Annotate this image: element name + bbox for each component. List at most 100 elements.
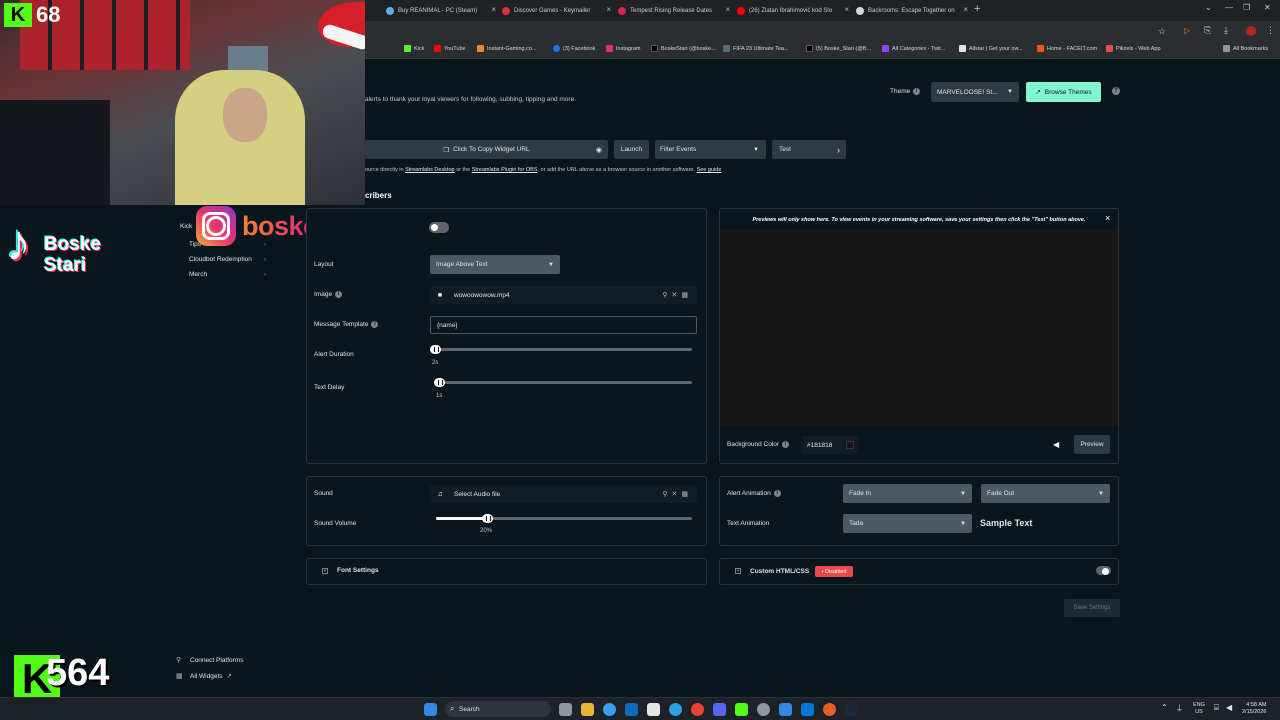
settings-icon[interactable] — [757, 703, 770, 716]
app-icon[interactable] — [779, 703, 792, 716]
mail-icon[interactable] — [625, 703, 638, 716]
volume-icon[interactable]: ◀ — [1226, 703, 1232, 712]
theme-select[interactable]: MARVELOOSE! St... ▼ — [931, 82, 1019, 102]
remove-icon[interactable]: ✕ — [672, 491, 682, 498]
layout-select[interactable]: Image Above Text ▼ — [430, 255, 560, 274]
chevron-up-icon[interactable]: ⌃ — [1161, 703, 1168, 712]
play-icon[interactable]: ▷ — [1184, 26, 1190, 35]
task-view-icon[interactable] — [559, 703, 572, 716]
network-icon[interactable]: ⌸ — [1214, 703, 1219, 713]
bookmark[interactable]: (3) Facebook — [553, 45, 595, 52]
text-delay-slider[interactable] — [440, 381, 692, 384]
text-animation-select[interactable]: Tada ▼ — [843, 514, 972, 533]
language-indicator[interactable]: ENG US — [1193, 702, 1205, 716]
text-delay-handle[interactable] — [434, 378, 445, 387]
message-template-input[interactable]: {name} — [430, 316, 697, 334]
info-icon[interactable]: i — [913, 88, 921, 95]
image-file-field[interactable]: ■ wowoowowow.mp4 ⚲✕▦ — [430, 286, 697, 304]
see-guide-link[interactable]: See guide — [697, 167, 722, 173]
close-tab-icon[interactable]: × — [725, 5, 730, 14]
telegram-icon[interactable] — [669, 703, 682, 716]
chevron-down-icon[interactable]: ⌄ — [1205, 3, 1212, 12]
eye-icon[interactable]: ◉ — [596, 146, 602, 154]
new-tab-button[interactable]: + — [974, 3, 980, 15]
close-icon[interactable]: × — [1105, 213, 1110, 223]
download-icon[interactable]: ⤓ — [1224, 25, 1228, 36]
microphone-icon[interactable]: ⍊ — [1177, 703, 1182, 713]
info-icon[interactable]: i — [335, 291, 343, 298]
sound-volume-handle[interactable] — [482, 514, 493, 523]
alert-duration-slider[interactable] — [436, 348, 692, 351]
browser-tab[interactable]: (26) Zlatan Ibrahimović kod Slo × — [733, 3, 851, 19]
extensions-icon[interactable]: ⎘ — [1204, 25, 1211, 36]
launch-button[interactable]: Launch — [614, 140, 649, 159]
all-widgets-link[interactable]: ▦ All Widgets ↗ — [176, 672, 232, 681]
info-icon[interactable]: i — [782, 441, 790, 448]
chrome-icon[interactable] — [691, 703, 704, 716]
avatar[interactable] — [1246, 26, 1256, 36]
background-color-input[interactable]: #181818 — [802, 436, 858, 454]
connect-platforms-link[interactable]: ⚲ Connect Platforms — [176, 656, 243, 665]
browser-tab[interactable]: Backrooms: Escape Together on × — [852, 3, 970, 19]
nav-item-merch[interactable]: Merch › — [189, 271, 266, 278]
restore-icon[interactable]: ❐ — [1243, 3, 1250, 12]
close-tab-icon[interactable]: × — [491, 5, 496, 14]
bookmark[interactable]: Home - FACEIT.com — [1037, 45, 1097, 52]
bookmark[interactable]: Allstar | Get your ow... — [959, 45, 1023, 52]
alert-out-select[interactable]: Fade Out ▼ — [981, 484, 1110, 503]
close-window-icon[interactable]: ✕ — [1264, 3, 1271, 12]
help-icon[interactable]: ? — [1112, 87, 1120, 95]
bookmark[interactable]: Instant-Gaming.co... — [477, 45, 537, 52]
color-swatch[interactable] — [846, 441, 854, 449]
browse-themes-button[interactable]: ↗ Browse Themes — [1026, 82, 1101, 102]
close-tab-icon[interactable]: × — [844, 5, 849, 14]
bookmark[interactable]: All Categories - Twit... — [882, 45, 945, 52]
gallery-icon[interactable]: ▦ — [681, 292, 692, 299]
nav-item-kick[interactable]: Kick — [180, 223, 192, 230]
menu-icon[interactable]: ⋮ — [1266, 25, 1275, 36]
kick-app-icon[interactable] — [735, 703, 748, 716]
preview-button[interactable]: Preview — [1074, 435, 1110, 454]
bookmark[interactable]: Pikzels - Web App — [1106, 45, 1161, 52]
photos-icon[interactable] — [801, 703, 814, 716]
expand-icon[interactable]: + — [322, 568, 328, 574]
copy-widget-url-button[interactable]: ❐ Click To Copy Widget URL ◉ — [365, 140, 608, 159]
bookmark[interactable]: Kick — [404, 45, 424, 52]
taskbar-search[interactable]: Search — [445, 701, 551, 717]
steam-icon[interactable] — [845, 703, 858, 716]
alert-in-select[interactable]: Fade In ▼ — [843, 484, 972, 503]
save-settings-button[interactable]: Save Settings — [1064, 599, 1120, 617]
test-button[interactable]: Test › — [772, 140, 846, 159]
filter-events-select[interactable]: Filter Events ▼ — [655, 140, 766, 159]
remove-icon[interactable]: ✕ — [672, 292, 682, 299]
bookmark[interactable]: BoskeStari (@boske... — [651, 45, 716, 52]
info-icon[interactable]: i — [773, 490, 781, 497]
all-bookmarks[interactable]: All Bookmarks — [1223, 45, 1268, 52]
minimize-icon[interactable]: — — [1225, 3, 1233, 12]
browser-tab[interactable]: Tempest Rising Release Dates × — [614, 3, 732, 19]
bookmark[interactable]: FIFA 23 Ultimate Tea... — [723, 45, 789, 52]
streamlabs-desktop-link[interactable]: Streamlabs Desktop — [405, 167, 455, 173]
gallery-icon[interactable]: ▦ — [681, 491, 692, 498]
windows-start-icon[interactable] — [424, 703, 437, 716]
browser-tab[interactable]: Discover Games - Keymailer × — [498, 3, 613, 19]
close-tab-icon[interactable]: × — [606, 5, 611, 14]
obs-plugin-link[interactable]: Streamlabs Plugin for OBS — [472, 167, 538, 173]
alert-duration-handle[interactable] — [430, 345, 441, 354]
bookmark[interactable]: Instagram — [606, 45, 640, 52]
clock[interactable]: 4:58 AM 2/15/2026 — [1242, 702, 1266, 716]
nav-item-cloudbot[interactable]: Cloudbot Redemption › — [189, 256, 266, 263]
bookmark[interactable]: (5) Boske_Stari (@B... — [806, 45, 871, 52]
discord-icon[interactable] — [713, 703, 726, 716]
file-explorer-icon[interactable] — [581, 703, 594, 716]
sound-file-field[interactable]: ♫ Select Audio file ⚲✕▦ — [430, 485, 697, 503]
link-icon[interactable]: ⚲ — [662, 491, 671, 498]
custom-html-toggle[interactable] — [1096, 566, 1111, 575]
edge-icon[interactable] — [603, 703, 616, 716]
bookmark[interactable]: YouTube — [434, 45, 466, 52]
store-icon[interactable] — [647, 703, 660, 716]
enable-toggle[interactable] — [429, 222, 449, 233]
expand-icon[interactable]: + — [735, 568, 741, 574]
firefox-icon[interactable] — [823, 703, 836, 716]
speaker-icon[interactable]: ◀ — [1053, 440, 1059, 449]
